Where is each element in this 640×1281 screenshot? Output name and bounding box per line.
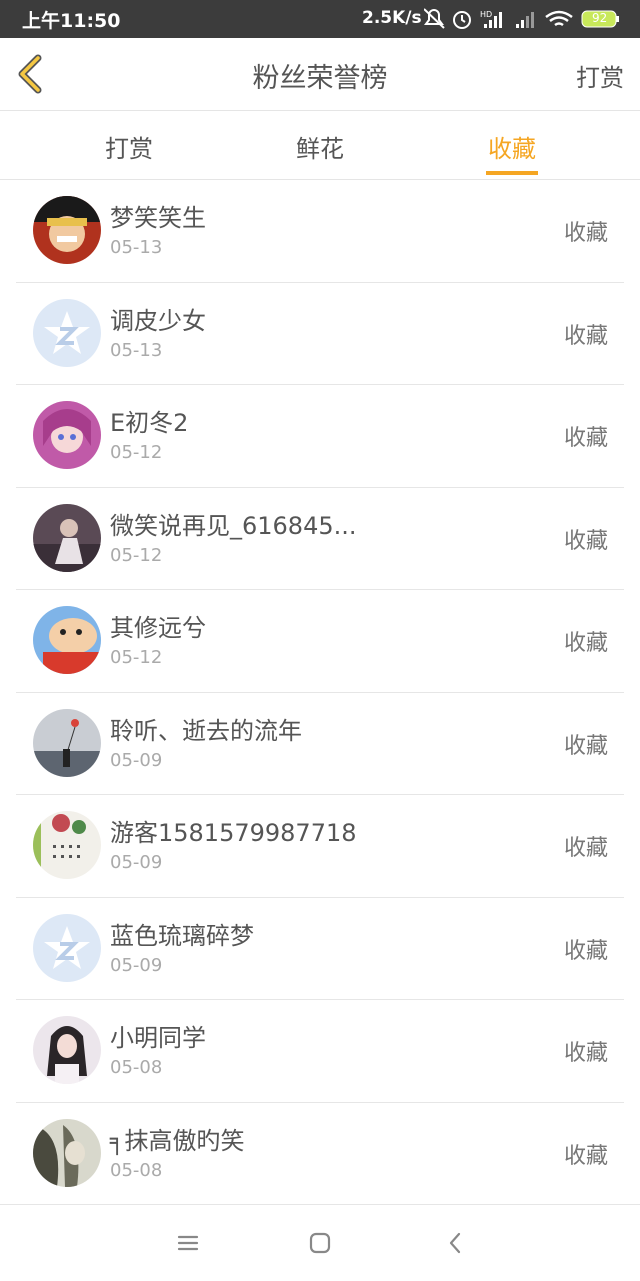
reward-button[interactable]: 打赏 — [576, 58, 624, 93]
fan-date: 05-13 — [110, 339, 163, 361]
home-icon[interactable] — [306, 1229, 334, 1257]
fan-action: 收藏 — [563, 938, 608, 964]
page-title: 粉丝荣誉榜 — [252, 63, 388, 94]
avatar — [33, 196, 101, 264]
fan-action: 收藏 — [563, 528, 608, 554]
list-item[interactable]: 微笑说再见_616845... 05-12 收藏 — [0, 488, 640, 590]
list-item[interactable]: ╕抹高傲旳笑 05-08 收藏 — [0, 1103, 640, 1205]
avatar — [33, 606, 101, 674]
tab-bar: 打赏 鲜花 收藏 — [0, 111, 640, 180]
tab-reward[interactable]: 打赏 — [79, 129, 179, 164]
nav-bar: 粉丝荣誉榜 打赏 — [0, 38, 640, 111]
fan-name: 其修远兮 — [110, 614, 206, 642]
list-item[interactable]: 小明同学 05-08 收藏 — [0, 1000, 640, 1103]
fan-name: ╕抹高傲旳笑 — [110, 1126, 245, 1155]
fan-date: 05-12 — [110, 647, 163, 668]
fan-action: 收藏 — [563, 1041, 608, 1066]
fan-action: 收藏 — [563, 426, 608, 451]
list-item[interactable]: 蓝色琉璃碎梦 05-09 收藏 — [0, 898, 640, 1000]
list-item[interactable]: 游客1581579987718 05-09 收藏 — [0, 795, 640, 898]
fan-date: 05-09 — [110, 954, 163, 976]
back-icon[interactable] — [442, 1229, 470, 1257]
fan-action: 收藏 — [563, 836, 608, 861]
fan-date: 05-08 — [110, 1057, 163, 1078]
wifi-icon — [545, 10, 573, 27]
status-bar: 上午11:50 2.5K/s HD 92 — [0, 0, 640, 38]
fan-date: 05-13 — [110, 237, 163, 258]
svg-text:HD: HD — [480, 10, 492, 19]
battery-level: 92 — [592, 11, 608, 25]
fan-name: 游客1581579987718 — [110, 819, 357, 847]
list-item[interactable]: 其修远兮 05-12 收藏 — [0, 590, 640, 693]
fan-action: 收藏 — [563, 221, 608, 246]
fan-name: 梦笑笑生 — [110, 204, 206, 232]
fan-name: 蓝色琉璃碎梦 — [110, 921, 254, 950]
bell-off-icon — [424, 8, 445, 29]
active-tab-indicator — [486, 171, 538, 175]
tab-flowers[interactable]: 鲜花 — [270, 129, 370, 164]
list-item[interactable]: 调皮少女 05-13 收藏 — [0, 283, 640, 385]
fan-name: 微笑说再见_616845... — [110, 511, 357, 540]
avatar — [33, 811, 101, 879]
system-nav-bar — [0, 1204, 640, 1281]
avatar — [33, 401, 101, 469]
fan-date: 05-12 — [110, 442, 163, 463]
fan-name: E初冬2 — [110, 409, 189, 437]
fan-action: 收藏 — [563, 631, 608, 656]
list-item[interactable]: E初冬2 05-12 收藏 — [0, 385, 640, 488]
fan-name: 调皮少女 — [110, 306, 206, 335]
avatar — [33, 1118, 101, 1187]
fan-action: 收藏 — [563, 323, 608, 349]
status-time: 上午11:50 — [22, 10, 121, 32]
fan-name: 小明同学 — [110, 1024, 206, 1052]
fan-list: 梦笑笑生 05-13 收藏 调皮少女 05-13 收藏 E初冬2 05-12 收… — [0, 180, 640, 1205]
fan-action: 收藏 — [563, 1143, 608, 1169]
menu-icon[interactable] — [174, 1229, 202, 1257]
list-item[interactable]: 梦笑笑生 05-13 收藏 — [0, 180, 640, 283]
network-speed: 2.5K/s — [362, 8, 422, 28]
fan-date: 05-09 — [110, 749, 163, 771]
avatar — [33, 503, 101, 572]
fan-action: 收藏 — [563, 733, 608, 759]
fan-name: 聆听、逝去的流年 — [110, 716, 302, 745]
avatar — [33, 1016, 101, 1084]
alarm-icon — [453, 11, 471, 29]
list-item[interactable]: 聆听、逝去的流年 05-09 收藏 — [0, 693, 640, 795]
avatar — [33, 913, 101, 982]
tab-favorites[interactable]: 收藏 — [462, 129, 562, 164]
avatar — [33, 298, 101, 367]
fan-date: 05-08 — [110, 1159, 163, 1181]
fan-date: 05-09 — [110, 852, 163, 873]
fan-date: 05-12 — [110, 544, 163, 566]
avatar — [33, 708, 101, 777]
